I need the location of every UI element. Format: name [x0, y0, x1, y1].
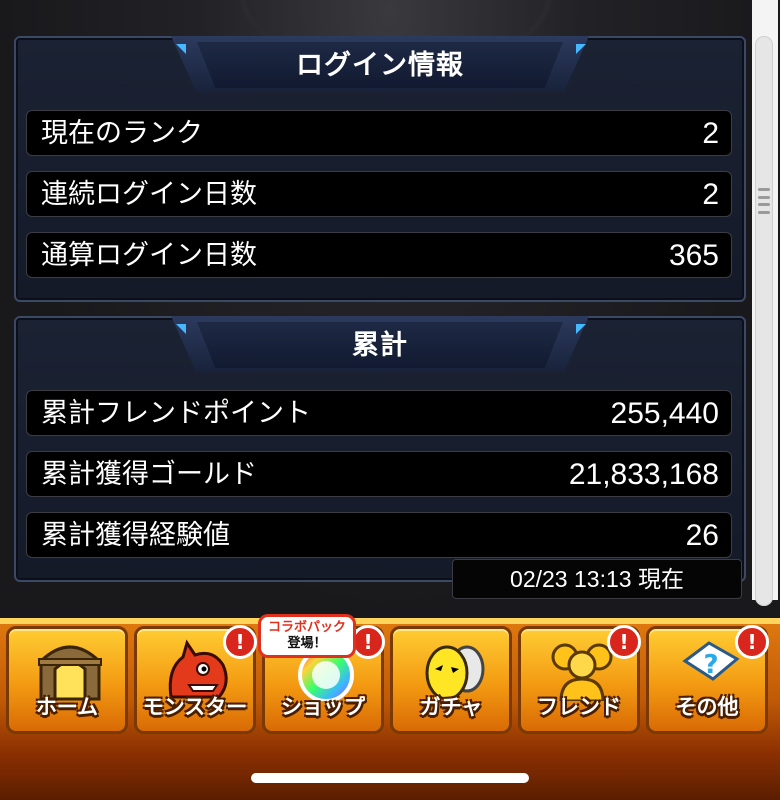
stat-value: 2 [702, 178, 719, 211]
stat-label: 通算ログイン日数 [41, 240, 257, 271]
stat-label: 現在のランク [41, 118, 203, 149]
panel-title: ログイン情報 [296, 50, 464, 81]
stat-row-experience: 累計獲得経験値 26 [26, 512, 732, 558]
nav-label: その他 [675, 695, 739, 719]
alert-badge: ! [351, 625, 385, 659]
scrollbar-thumb[interactable] [755, 36, 773, 606]
stat-label: 累計獲得ゴールド [41, 459, 257, 490]
stat-row-consecutive-login: 連続ログイン日数 2 [26, 171, 732, 217]
stat-value: 26 [685, 519, 719, 552]
alert-badge: ! [735, 625, 769, 659]
stat-value: 2 [702, 117, 719, 150]
stat-label: 累計フレンドポイント [41, 398, 311, 429]
stat-value: 21,833,168 [568, 458, 719, 491]
alert-badge: ! [223, 625, 257, 659]
login-info-panel: ログイン情報 現在のランク 2 連続ログイン日数 2 通算ログイン日数 365 [14, 36, 746, 302]
nav-other[interactable]: ? ! その他 [646, 625, 769, 734]
nav-gacha[interactable]: ガチャ [390, 626, 512, 734]
as-of-timestamp: 02/23 13:13 現在 [452, 559, 742, 599]
nav-home[interactable]: ホーム [6, 626, 128, 734]
nav-monster[interactable]: ! モンスター [134, 625, 257, 734]
stat-row-rank: 現在のランク 2 [26, 110, 732, 156]
nav-label: モンスター [142, 695, 248, 719]
promo-text: コラボパック [267, 620, 346, 635]
nav-label: フレンド [537, 695, 621, 719]
stat-row-friend-points: 累計フレンドポイント 255,440 [26, 390, 732, 436]
promo-text: 登場！ [287, 636, 327, 651]
scrollbar-grip-icon [758, 188, 770, 214]
nav-label: ガチャ [419, 695, 483, 719]
nav-friend[interactable]: ! フレンド [518, 625, 641, 734]
totals-panel: 累計 累計フレンドポイント 255,440 累計獲得ゴールド 21,833,16… [14, 316, 746, 582]
stat-label: 連続ログイン日数 [41, 179, 257, 210]
stat-row-gold: 累計獲得ゴールド 21,833,168 [26, 451, 732, 497]
collab-pack-promo-bubble[interactable]: コラボパック 登場！ [258, 614, 356, 658]
stat-value: 255,440 [610, 397, 719, 430]
panel-title: 累計 [352, 330, 408, 361]
stat-row-total-login: 通算ログイン日数 365 [26, 232, 732, 278]
stat-value: 365 [668, 239, 719, 272]
nav-label: ショップ [281, 695, 365, 719]
alert-badge: ! [607, 625, 641, 659]
home-indicator-bar[interactable] [251, 773, 529, 783]
svg-text:?: ? [703, 650, 718, 680]
stat-label: 累計獲得経験値 [41, 520, 230, 551]
nav-label: ホーム [35, 695, 99, 719]
